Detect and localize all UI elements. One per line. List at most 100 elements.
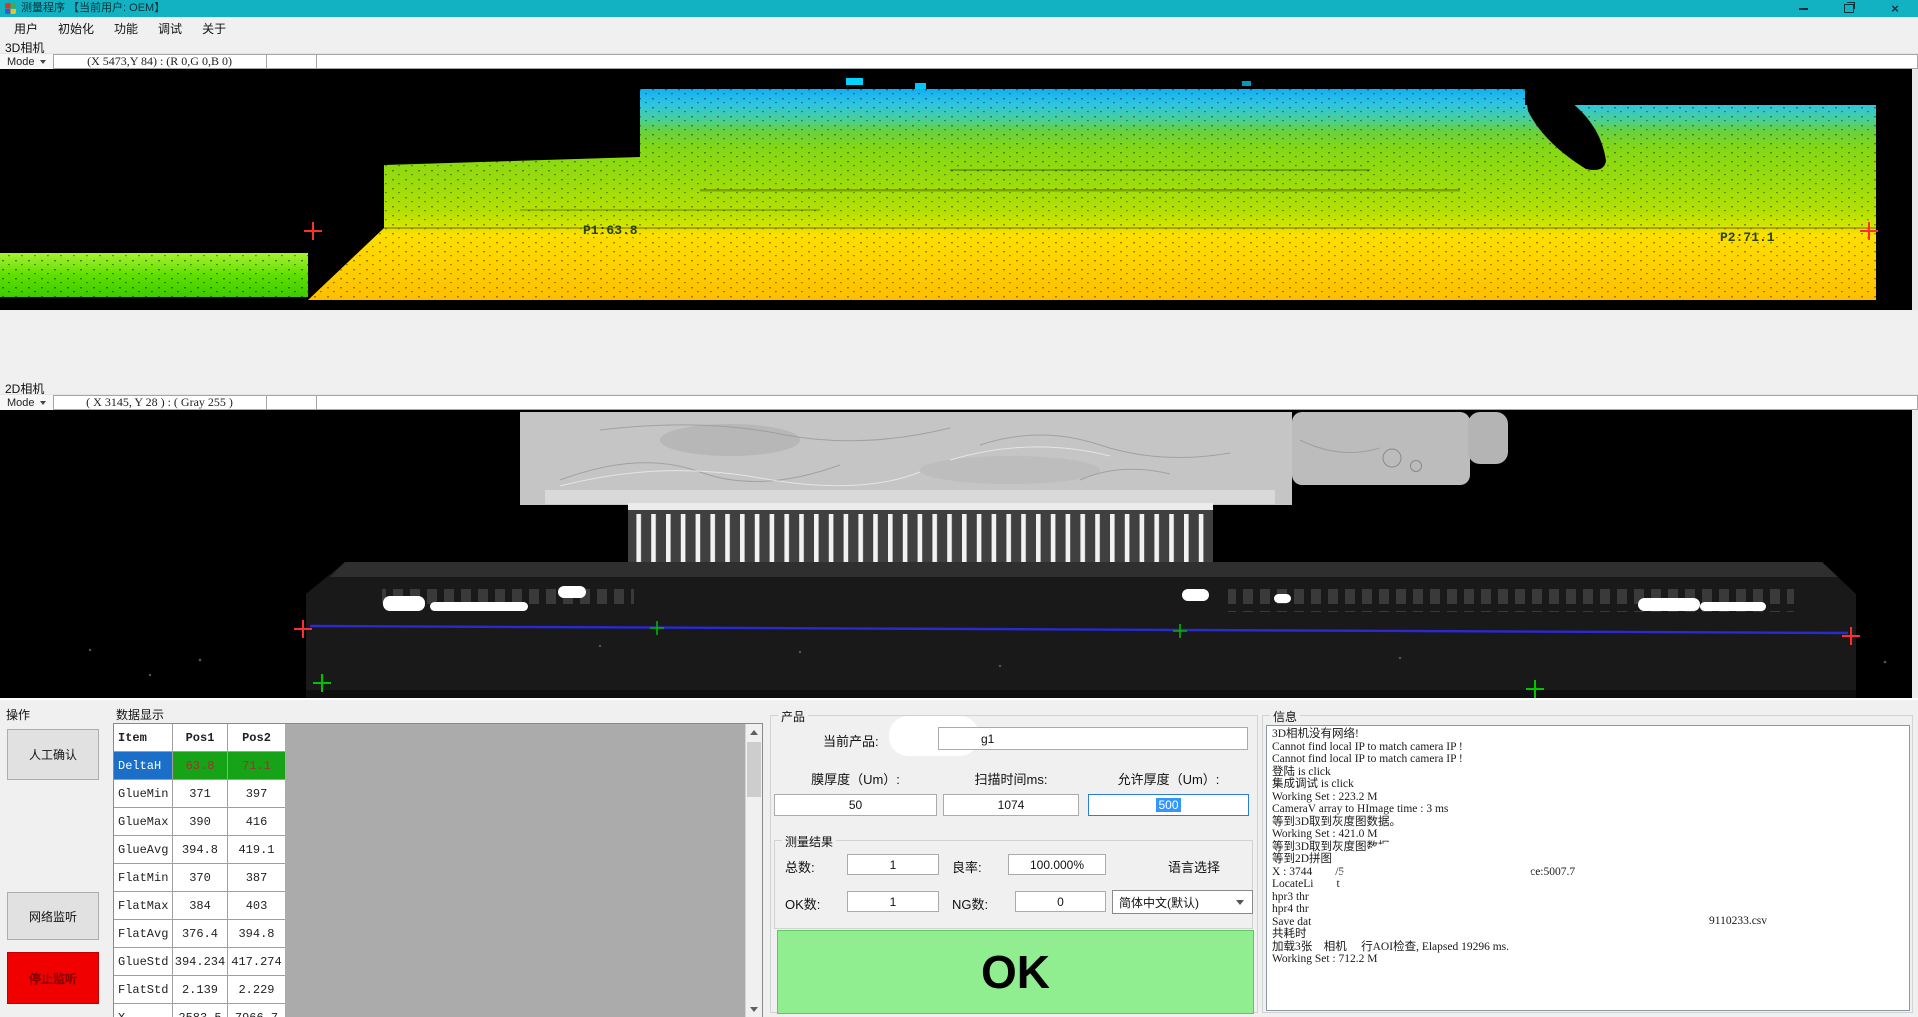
menu-item-2[interactable]: 功能 [104,18,148,39]
menu-item-3[interactable]: 调试 [148,18,192,39]
results-groupbox: 测量结果 总数: 1 良率: 100.000% OK数: 1 NG数: 0 语言… [774,840,1253,929]
yield-label: 良率: [952,857,982,876]
item-cell: GlueMax [114,808,173,835]
total-label: 总数: [785,857,815,876]
camera3d-status-cell [267,54,317,69]
table-row[interactable]: GlueAvg394.8419.1 [114,836,285,864]
value-cell: 394.8 [228,920,285,947]
heightmap-image: P1:63.8 P2:71.1 [0,69,1918,310]
scroll-down-icon[interactable] [746,1001,762,1017]
window-controls: × [1780,0,1918,17]
total-field[interactable]: 1 [847,854,939,875]
table-row[interactable]: X2583.57966.7 [114,1004,285,1017]
film-thickness-label: 膜厚度（Um）: [774,769,937,788]
network-listen-button[interactable]: 网络监听 [7,892,99,940]
info-log[interactable]: 3D相机没有网络!Cannot find local IP to match c… [1266,725,1910,1011]
results-label: 测量结果 [782,833,836,850]
log-line-7: 等到3D取到灰度图数据。 [1272,816,1909,829]
value-cell: 376.4 [173,920,228,947]
data-table[interactable]: ItemPos1Pos2DeltaH63.871.1GlueMin371397G… [114,724,285,1017]
item-cell: GlueStd [114,948,173,975]
camera2d-status-cell [267,395,317,410]
redaction-blob [1342,836,1532,921]
log-line-8: Working Set : 421.0 M [1272,828,1909,841]
csv-filename: 9110233.csv [1709,915,1767,928]
ng-count-field[interactable]: 0 [1015,891,1106,912]
log-line-4: 集成调试 is click [1272,778,1909,791]
menu-item-0[interactable]: 用户 [4,18,48,39]
minimize-icon [1799,8,1808,10]
item-cell: DeltaH [114,752,173,779]
grayscale-image [0,410,1918,698]
menu-item-1[interactable]: 初始化 [48,18,104,39]
value-cell: Pos2 [228,724,285,751]
camera2d-view[interactable] [0,410,1918,698]
value-cell: 2.139 [173,976,228,1003]
bottom-panel: 操作 人工确认 网络监听 停止监听 数据显示 ItemPos1Pos2Delta… [0,698,1918,1017]
log-line-5: Working Set : 223.2 M [1272,791,1909,804]
table-row[interactable]: FlatAvg376.4394.8 [114,920,285,948]
yield-field[interactable]: 100.000% [1008,854,1106,875]
ok-count-field[interactable]: 1 [847,891,939,912]
table-row[interactable]: GlueMin371397 [114,780,285,808]
scan-time-field[interactable]: 1074 [943,794,1079,816]
item-cell: GlueAvg [114,836,173,863]
close-button[interactable]: × [1872,0,1918,17]
item-cell: X [114,1004,173,1017]
value-cell: Pos1 [173,724,228,751]
table-header-row[interactable]: ItemPos1Pos2 [114,724,285,752]
value-cell: 2583.5 [173,1004,228,1017]
ng-count-label: NG数: [952,894,988,913]
value-cell: 63.8 [173,752,228,779]
result-status-banner: OK [777,930,1254,1014]
camera3d-status-bar [317,54,1918,69]
table-row[interactable]: DeltaH63.871.1 [114,752,285,780]
selected-text: 500 [1156,798,1180,812]
value-cell: 371 [173,780,228,807]
scrollbar-thumb[interactable] [747,742,761,797]
language-select-label: 语言选择 [1135,857,1253,876]
product-groupbox: 产品 当前产品: g1 膜厚度（Um）: 扫描时间ms: 允许厚度（Um）: 5… [770,715,1258,1013]
value-cell: 403 [228,892,285,919]
value-cell: 417.274 [228,948,285,975]
table-row[interactable]: FlatMax384403 [114,892,285,920]
info-groupbox: 信息 3D相机没有网络!Cannot find local IP to matc… [1262,715,1913,1013]
table-row[interactable]: GlueStd394.234417.274 [114,948,285,976]
language-dropdown[interactable]: 简体中文(默认) [1112,890,1253,914]
ok-count-label: OK数: [785,894,820,913]
camera3d-view[interactable]: P1:63.8 P2:71.1 [0,69,1918,310]
camera3d-mode-button[interactable]: Mode [0,54,53,69]
menu-item-4[interactable]: 关于 [192,18,236,39]
value-cell: 394.8 [173,836,228,863]
table-row[interactable]: FlatStd2.1392.229 [114,976,285,1004]
operations-label: 操作 [6,706,30,723]
film-thickness-field[interactable]: 50 [774,794,937,816]
restore-button[interactable] [1826,0,1872,17]
title-bar: 测量程序 【当前用户: OEM】 × [0,0,1918,17]
log-line-3: 登陆 is click [1272,766,1909,779]
minimize-button[interactable] [1780,0,1826,17]
item-cell: FlatAvg [114,920,173,947]
log-line-18: Working Set : 712.2 M [1272,953,1909,966]
table-row[interactable]: FlatMin370387 [114,864,285,892]
app-window: 测量程序 【当前用户: OEM】 × 用户初始化功能调试关于 3D相机 Mode… [0,0,1918,1017]
allowed-thickness-field[interactable]: 500 [1088,794,1249,816]
camera3d-toolstrip: Mode (X 5473,Y 84) : (R 0,G 0,B 0) [0,53,1918,69]
camera2d-mode-button[interactable]: Mode [0,395,53,410]
value-cell: 71.1 [228,752,285,779]
manual-confirm-button[interactable]: 人工确认 [7,729,99,780]
redaction-blob [1507,906,1737,930]
value-cell: 419.1 [228,836,285,863]
value-cell: 397 [228,780,285,807]
scan-time-label: 扫描时间ms: [943,769,1079,788]
scroll-up-icon[interactable] [746,724,762,741]
data-table-scrollbar[interactable] [745,724,762,1017]
product-label: 产品 [778,708,808,725]
stop-listen-button[interactable]: 停止监听 [7,952,99,1004]
current-product-field[interactable]: g1 [938,727,1248,750]
p2-marker-label: P2:71.1 [1720,230,1775,245]
table-row[interactable]: GlueMax390416 [114,808,285,836]
camera3d-pixel-status: (X 5473,Y 84) : (R 0,G 0,B 0) [53,54,267,69]
item-cell: Item [114,724,173,751]
value-cell: 384 [173,892,228,919]
